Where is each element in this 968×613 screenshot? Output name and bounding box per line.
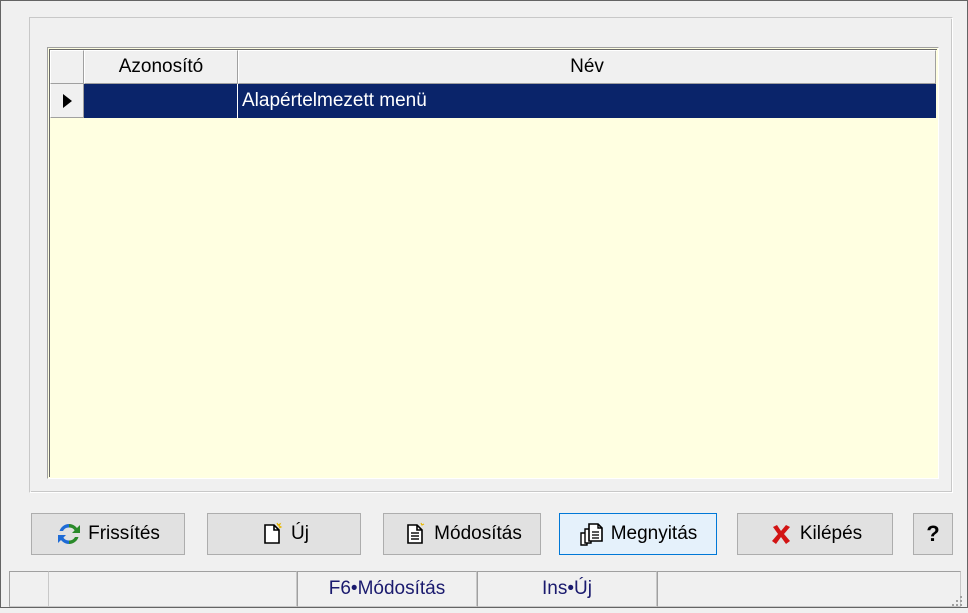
edit-button-label: Módosítás: [434, 523, 522, 544]
column-header-nev[interactable]: Név: [238, 50, 936, 84]
red-x-icon: [768, 521, 794, 547]
refresh-icon: [56, 521, 82, 547]
status-shortcut-new: Ins•Új: [477, 571, 657, 607]
status-panel-1: [9, 571, 49, 607]
edit-button[interactable]: Módosítás: [383, 513, 541, 555]
dialog-window: Azonosító Név Alapértelmezett menü Friss…: [0, 0, 968, 608]
table-row[interactable]: Alapértelmezett menü: [50, 84, 937, 118]
open-button[interactable]: Megnyitás: [559, 513, 717, 555]
exit-button-label: Kilépés: [799, 523, 863, 544]
status-panel-spacer: [49, 571, 297, 607]
resize-grip-icon[interactable]: [951, 591, 963, 606]
status-shortcut-edit: F6•Módosítás: [297, 571, 477, 607]
exit-button[interactable]: Kilépés: [737, 513, 893, 555]
cell-nev[interactable]: Alapértelmezett menü: [238, 84, 936, 118]
grid-header: Azonosító Név: [50, 50, 937, 84]
header-indicator-cell: [50, 50, 84, 84]
status-panel-4: [657, 571, 961, 607]
menu-grid[interactable]: Azonosító Név Alapértelmezett menü: [47, 47, 939, 479]
new-document-icon: [259, 521, 285, 547]
cell-azonosito[interactable]: [84, 84, 238, 118]
refresh-button-label: Frissítés: [88, 523, 160, 544]
open-documents-icon: [579, 521, 605, 547]
column-header-azonosito[interactable]: Azonosító: [84, 50, 238, 84]
status-bar: F6•Módosítás Ins•Új: [9, 571, 961, 607]
help-button[interactable]: ?: [913, 513, 953, 555]
help-button-label: ?: [926, 521, 940, 546]
new-button[interactable]: Új: [207, 513, 361, 555]
open-button-label: Megnyitás: [610, 523, 698, 544]
row-pointer-icon: [50, 84, 84, 118]
new-button-label: Új: [291, 523, 309, 544]
refresh-button[interactable]: Frissítés: [31, 513, 185, 555]
edit-document-icon: [402, 521, 428, 547]
